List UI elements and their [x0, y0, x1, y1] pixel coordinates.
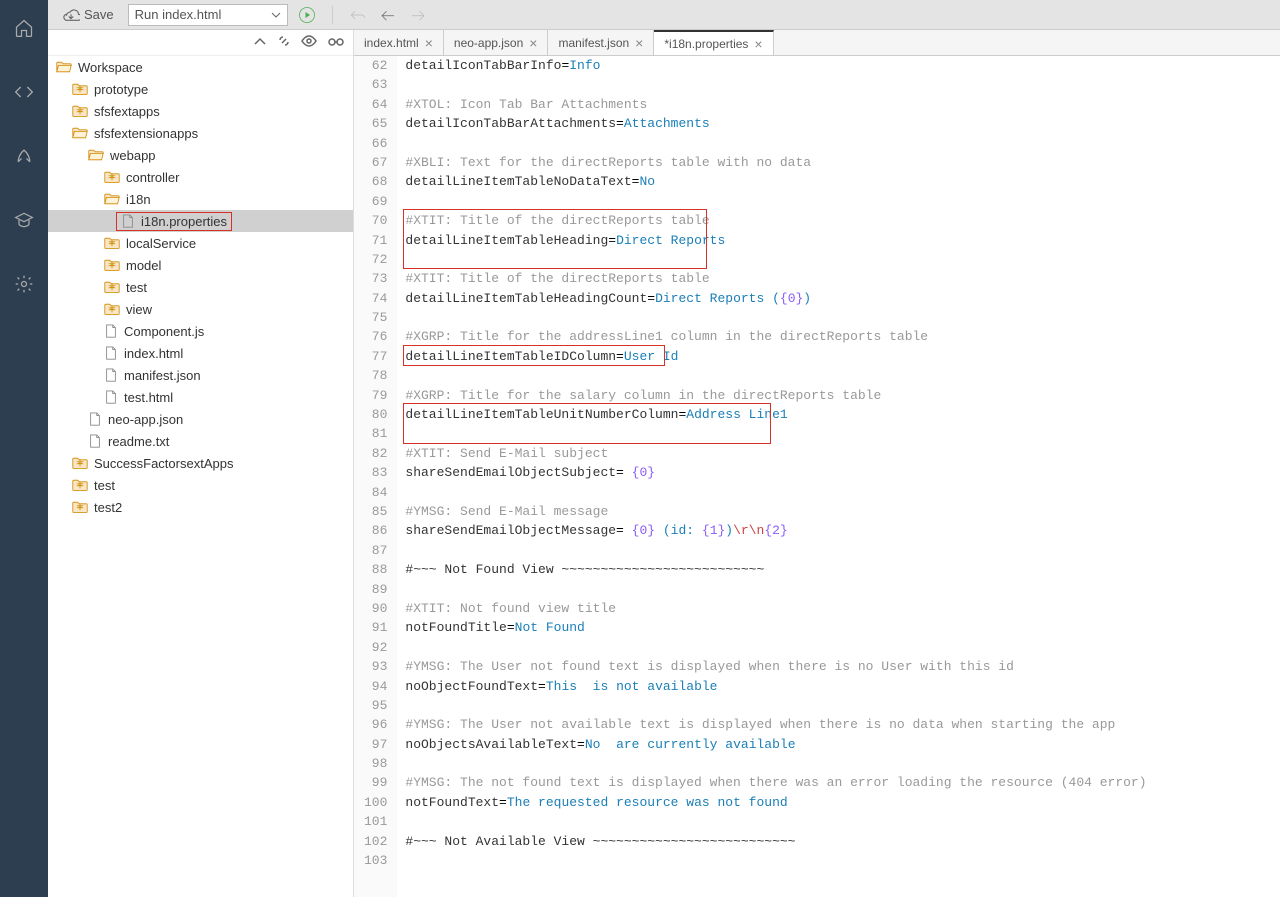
tree-file[interactable]: manifest.json: [48, 364, 353, 386]
code-line[interactable]: shareSendEmailObjectSubject= {0}: [405, 463, 1272, 482]
code-line[interactable]: [405, 580, 1272, 599]
code-line[interactable]: #XGRP: Title for the salary column in th…: [405, 386, 1272, 405]
tree-folder[interactable]: webapp: [48, 144, 353, 166]
code-line[interactable]: [405, 192, 1272, 211]
save-label: Save: [84, 7, 114, 22]
tree-folder[interactable]: test2: [48, 496, 353, 518]
code-line[interactable]: #XBLI: Text for the directReports table …: [405, 153, 1272, 172]
code-line[interactable]: #~~~ Not Found View ~~~~~~~~~~~~~~~~~~~~…: [405, 560, 1272, 579]
code-line[interactable]: #YMSG: The not found text is displayed w…: [405, 773, 1272, 792]
tree-folder[interactable]: prototype: [48, 78, 353, 100]
code-line[interactable]: #XTIT: Title of the directReports table: [405, 211, 1272, 230]
close-icon[interactable]: ×: [754, 36, 762, 52]
rocket-icon[interactable]: [0, 136, 48, 176]
editor-tab[interactable]: manifest.json×: [548, 30, 654, 55]
code-line[interactable]: [405, 483, 1272, 502]
code-line[interactable]: detailIconTabBarInfo=Info: [405, 56, 1272, 75]
close-icon[interactable]: ×: [425, 35, 433, 51]
code-line[interactable]: [405, 424, 1272, 443]
code-line[interactable]: notFoundText=The requested resource was …: [405, 793, 1272, 812]
code-line[interactable]: detailLineItemTableHeadingCount=Direct R…: [405, 289, 1272, 308]
code-line[interactable]: #YMSG: The User not found text is displa…: [405, 657, 1272, 676]
code-icon[interactable]: [0, 72, 48, 112]
eye-icon[interactable]: [301, 35, 317, 50]
editor-pane: index.html×neo-app.json×manifest.json×*i…: [354, 30, 1280, 897]
gear-icon[interactable]: [0, 264, 48, 304]
code-line[interactable]: [405, 696, 1272, 715]
code-line[interactable]: [405, 366, 1272, 385]
tree-file[interactable]: index.html: [48, 342, 353, 364]
code-line[interactable]: #YMSG: Send E-Mail message: [405, 502, 1272, 521]
tree-folder[interactable]: sfsfextensionapps: [48, 122, 353, 144]
tree-folder[interactable]: view: [48, 298, 353, 320]
code-line[interactable]: [405, 250, 1272, 269]
code-line[interactable]: #XTIT: Send E-Mail subject: [405, 444, 1272, 463]
tree-folder[interactable]: SuccessFactorsextApps: [48, 452, 353, 474]
close-icon[interactable]: ×: [529, 35, 537, 51]
code-line[interactable]: detailIconTabBarAttachments=Attachments: [405, 114, 1272, 133]
code-line[interactable]: #XTIT: Not found view title: [405, 599, 1272, 618]
editor-tab[interactable]: *i18n.properties×: [654, 30, 773, 55]
chevron-down-icon: [271, 10, 281, 20]
editor-tab[interactable]: neo-app.json×: [444, 30, 549, 55]
sidebar-toolbar: [48, 30, 353, 56]
tree-folder[interactable]: model: [48, 254, 353, 276]
file-explorer: Workspaceprototypesfsfextappssfsfextensi…: [48, 30, 354, 897]
code-line[interactable]: #~~~ Not Available View ~~~~~~~~~~~~~~~~…: [405, 832, 1272, 851]
tree-file[interactable]: readme.txt: [48, 430, 353, 452]
code-line[interactable]: [405, 541, 1272, 560]
graduation-icon[interactable]: [0, 200, 48, 240]
code-line[interactable]: #XGRP: Title for the addressLine1 column…: [405, 327, 1272, 346]
tree-folder[interactable]: test: [48, 276, 353, 298]
close-icon[interactable]: ×: [635, 35, 643, 51]
tree-root[interactable]: Workspace: [48, 56, 353, 78]
run-button[interactable]: [296, 4, 318, 26]
code-line[interactable]: [405, 812, 1272, 831]
code-line[interactable]: shareSendEmailObjectMessage= {0} (id: {1…: [405, 521, 1272, 540]
save-button[interactable]: Save: [56, 5, 120, 24]
code-line[interactable]: #XTIT: Title of the directReports table: [405, 269, 1272, 288]
code-line[interactable]: [405, 134, 1272, 153]
code-editor[interactable]: 6263646566676869707172737475767778798081…: [354, 56, 1280, 897]
undo-icon[interactable]: [347, 8, 369, 22]
code-line[interactable]: detailLineItemTableUnitNumberColumn=Addr…: [405, 405, 1272, 424]
tree-folder[interactable]: controller: [48, 166, 353, 188]
tree-file[interactable]: Component.js: [48, 320, 353, 342]
code-line[interactable]: [405, 851, 1272, 870]
code-line[interactable]: #XTOL: Icon Tab Bar Attachments: [405, 95, 1272, 114]
toolbar: Save Run index.html: [48, 0, 1280, 30]
code-line[interactable]: [405, 75, 1272, 94]
code-line[interactable]: detailLineItemTableIDColumn=User Id: [405, 347, 1272, 366]
code-line[interactable]: #YMSG: The User not available text is di…: [405, 715, 1272, 734]
link-icon[interactable]: [277, 34, 291, 51]
tree-file[interactable]: i18n.properties: [48, 210, 353, 232]
code-line[interactable]: detailLineItemTableNoDataText=No: [405, 172, 1272, 191]
collapse-icon[interactable]: [253, 35, 267, 50]
code-line[interactable]: detailLineItemTableHeading=Direct Report…: [405, 231, 1272, 250]
forward-icon[interactable]: [407, 8, 429, 22]
tree-folder[interactable]: i18n: [48, 188, 353, 210]
code-line[interactable]: [405, 754, 1272, 773]
code-line[interactable]: notFoundTitle=Not Found: [405, 618, 1272, 637]
tree-folder[interactable]: localService: [48, 232, 353, 254]
code-line[interactable]: [405, 638, 1272, 657]
code-line[interactable]: noObjectFoundText=This is not available: [405, 677, 1272, 696]
tree-file[interactable]: test.html: [48, 386, 353, 408]
code-line[interactable]: [405, 308, 1272, 327]
glasses-icon[interactable]: [327, 35, 345, 50]
run-config-select[interactable]: Run index.html: [128, 4, 288, 26]
back-icon[interactable]: [377, 8, 399, 22]
left-rail: [0, 0, 48, 897]
tree-folder[interactable]: test: [48, 474, 353, 496]
tree-folder[interactable]: sfsfextapps: [48, 100, 353, 122]
tree-file[interactable]: neo-app.json: [48, 408, 353, 430]
code-line[interactable]: noObjectsAvailableText=No are currently …: [405, 735, 1272, 754]
run-config-label: Run index.html: [135, 7, 222, 22]
home-icon[interactable]: [0, 8, 48, 48]
editor-tab[interactable]: index.html×: [354, 30, 444, 55]
